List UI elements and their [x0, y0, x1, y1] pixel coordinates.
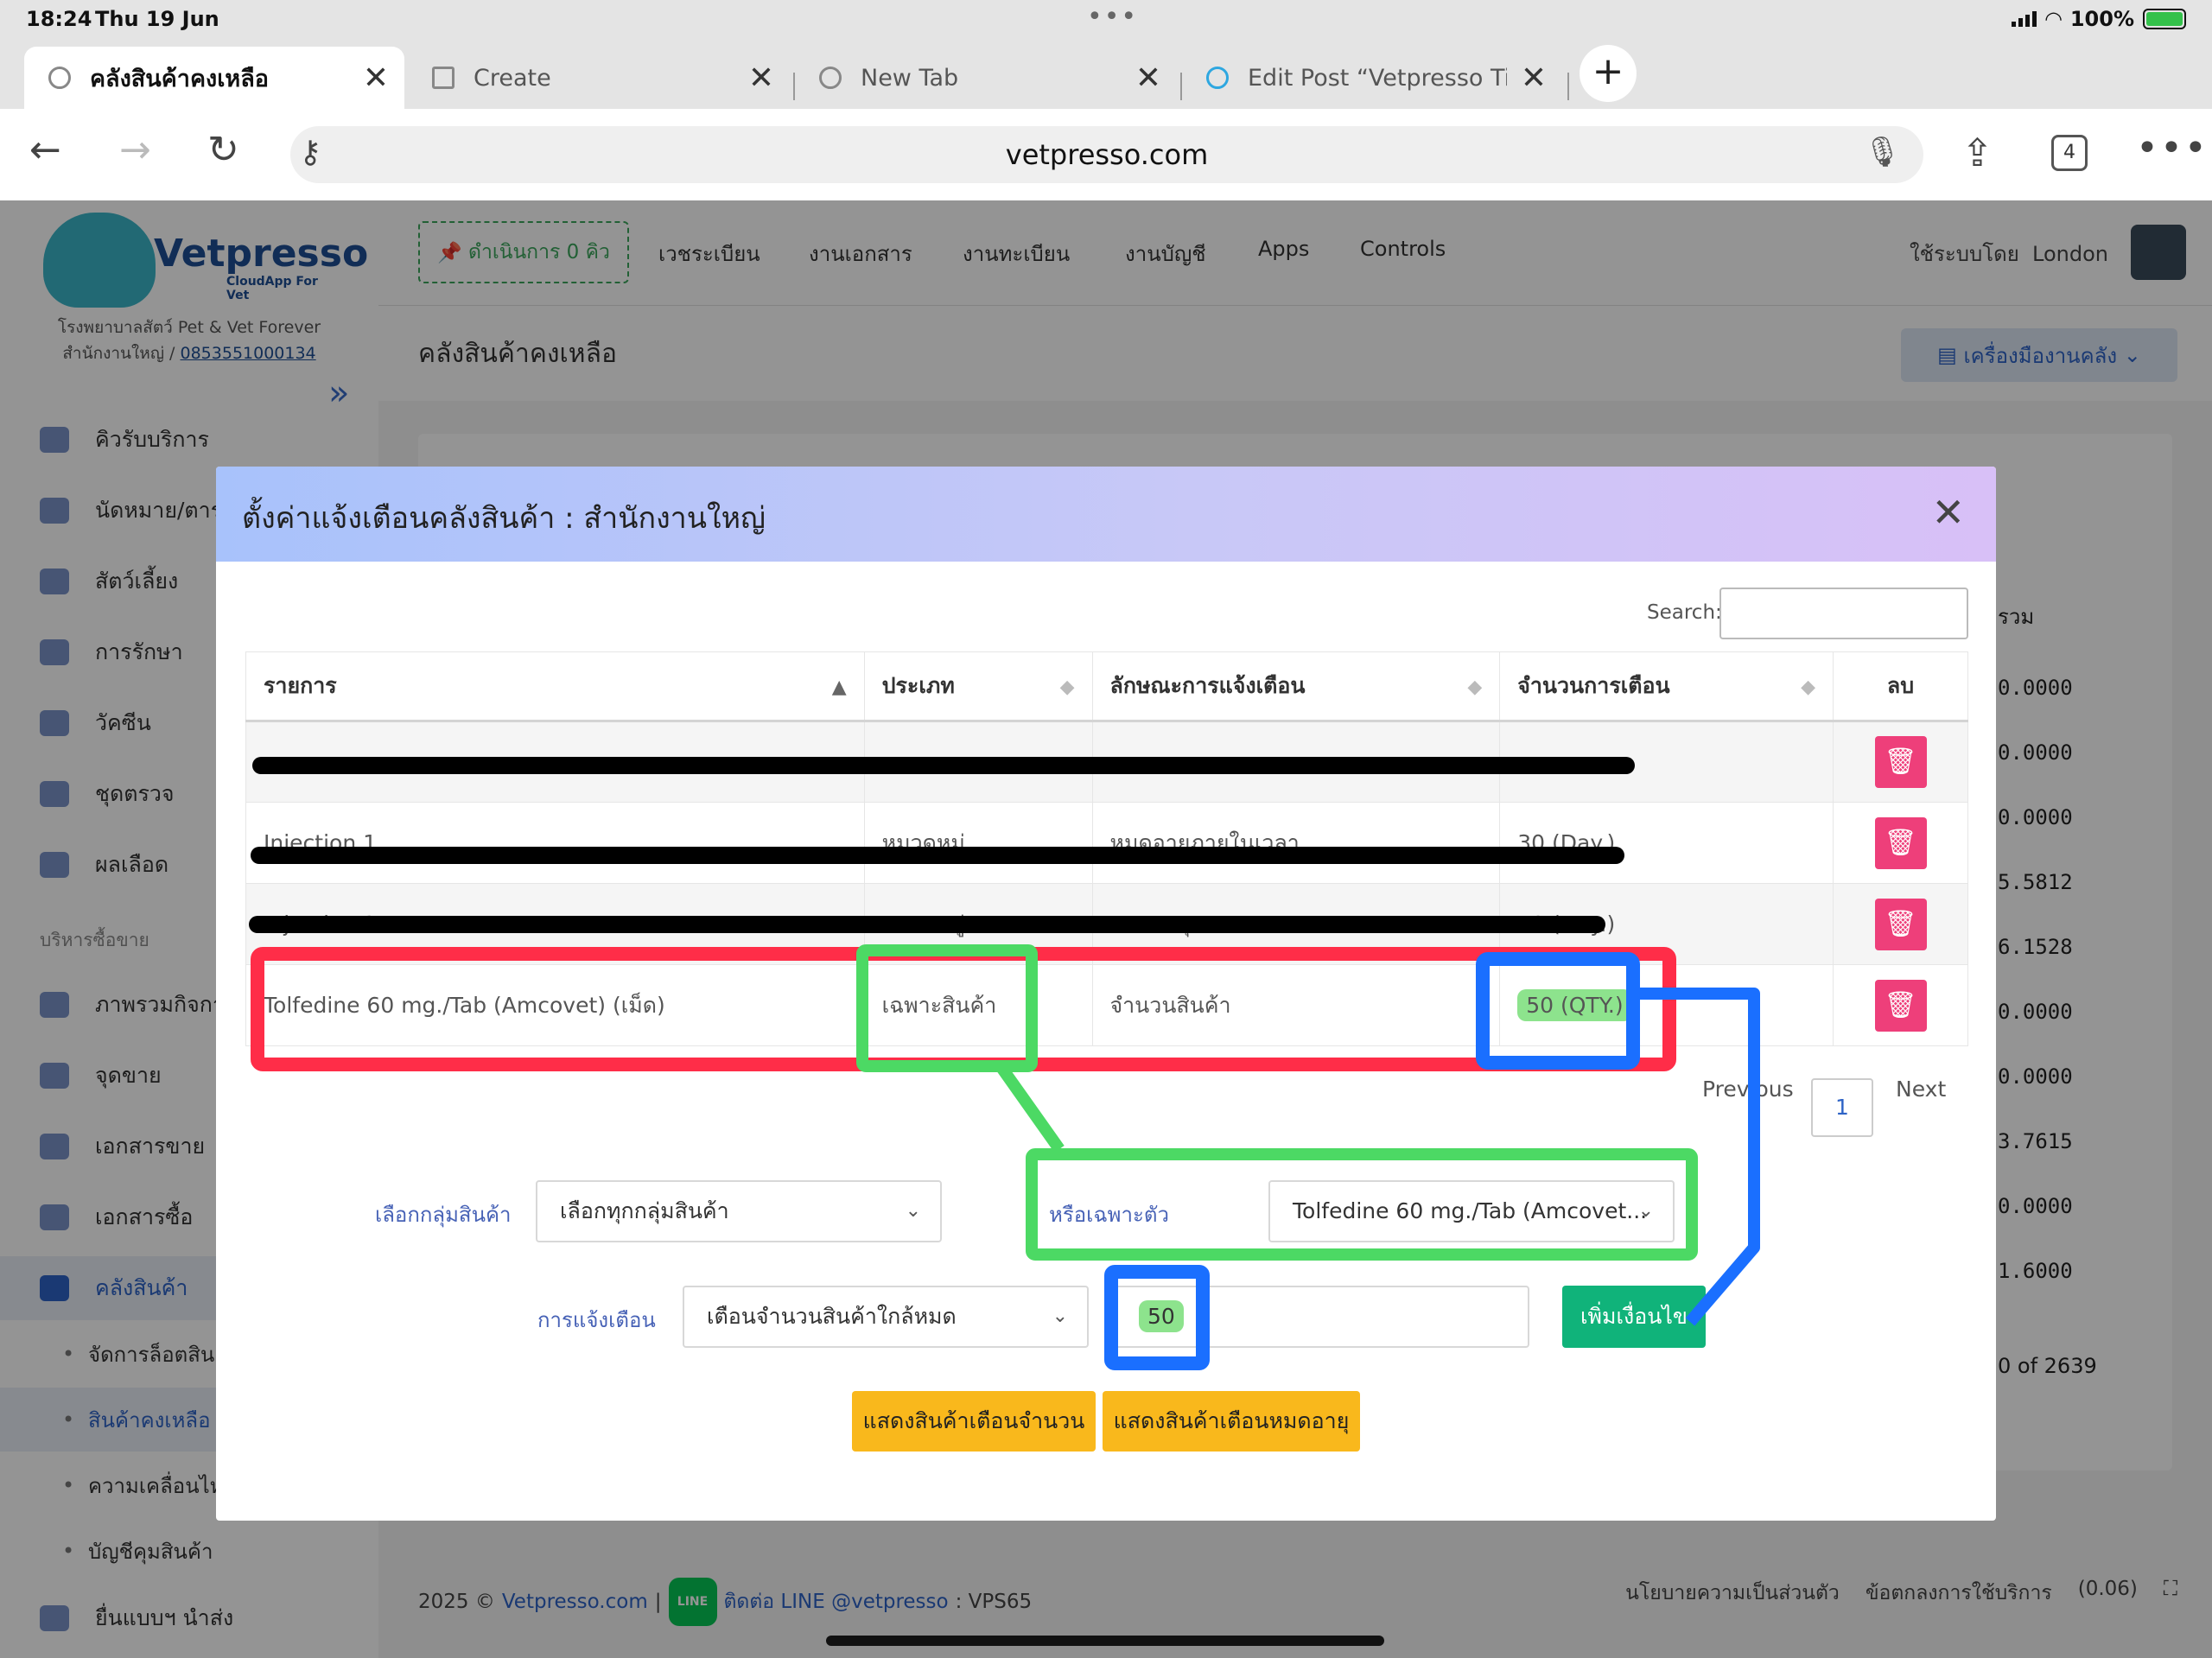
close-icon[interactable]: ✕ [1931, 489, 1965, 536]
status-bar: 18:24 Thu 19 Jun ••• ◠ 100% [0, 0, 2212, 40]
back-icon[interactable]: ← [29, 128, 61, 172]
document-icon [432, 67, 454, 89]
modal-header: ตั้งค่าแจ้งเตือนคลังสินค้า : สำนักงานใหญ… [216, 467, 1996, 562]
sort-icon: ◆ [1801, 677, 1816, 698]
alert-settings-modal: ตั้งค่าแจ้งเตือนคลังสินค้า : สำนักงานใหญ… [216, 467, 1996, 1521]
microphone-icon[interactable]: 🎙 [1864, 135, 1901, 169]
date: Thu 19 Jun [95, 7, 219, 31]
tab-inventory[interactable]: คลังสินค้าคงเหลือ ✕ [24, 47, 404, 109]
col-type[interactable]: ประเภท ◆ [863, 651, 1093, 722]
next-button[interactable]: Next [1896, 1077, 1946, 1102]
multitask-dots-icon[interactable]: ••• [1087, 2, 1138, 32]
col-mode[interactable]: ลักษณะการแจ้งเตือน ◆ [1091, 651, 1501, 722]
address-bar[interactable]: ⚷ vetpresso.com 🎙 [290, 126, 1923, 183]
chevron-down-icon: ⌄ [1052, 1305, 1068, 1327]
modal-title: ตั้งค่าแจ้งเตือนคลังสินค้า : สำนักงานใหญ… [242, 501, 766, 536]
tab-bar: คลังสินค้าคงเหลือ ✕ Create ✕ New Tab ✕ E… [0, 40, 2212, 109]
show-qty-alerts-button[interactable]: แสดงสินค้าเตือนจำนวน [852, 1391, 1096, 1452]
tab-new[interactable]: New Tab ✕ [795, 47, 1177, 109]
or-label: หรือเฉพาะตัว [1049, 1203, 1169, 1227]
browser-toolbar: ← → ↻ ⚷ vetpresso.com 🎙 ⇪ 4 ••• [0, 109, 2212, 200]
share-icon[interactable]: ⇪ [1961, 131, 1993, 175]
battery-icon [2143, 9, 2186, 29]
clock: 18:24 [26, 7, 92, 31]
product-select[interactable]: Tolfedine 60 mg./Tab (Amcovet... ⌄ [1268, 1180, 1675, 1242]
cellular-icon [2012, 11, 2037, 27]
previous-button[interactable]: Previous [1702, 1077, 1794, 1102]
col-qty[interactable]: จำนวนการเตือน ◆ [1499, 651, 1834, 722]
table-row: Injection 1 หมวดหมู่ หมดอายุภายในเวลา 30 (D… [245, 802, 1968, 884]
delete-button[interactable]: 🗑 [1874, 736, 1927, 788]
qty-input[interactable]: 50 [1115, 1286, 1529, 1348]
redaction-mark [251, 847, 1624, 864]
chevron-down-icon: ⌄ [905, 1200, 921, 1222]
sort-icon: ◆ [1467, 677, 1483, 698]
sort-asc-icon: ▲ [831, 677, 847, 698]
forward-icon[interactable]: → [119, 128, 151, 172]
wordpress-icon [1206, 67, 1229, 89]
new-tab-button[interactable]: + [1580, 45, 1637, 102]
globe-icon [48, 67, 71, 89]
tab-count-button[interactable]: 4 [2051, 135, 2088, 171]
globe-icon [819, 67, 842, 89]
col-item[interactable]: รายการ ▲ [245, 651, 865, 722]
wifi-icon: ◠ [2045, 7, 2062, 31]
alert-type-select[interactable]: เตือนจำนวนสินค้าใกล้หมด ⌄ [683, 1286, 1089, 1348]
sort-icon: ◆ [1059, 677, 1075, 698]
group-label: เลือกกลุ่มสินค้า [375, 1203, 512, 1227]
home-indicator[interactable] [826, 1636, 1384, 1646]
close-tab-icon[interactable]: ✕ [363, 60, 389, 96]
reload-icon[interactable]: ↻ [207, 128, 239, 172]
search-input[interactable] [1719, 588, 1968, 639]
show-expiry-alerts-button[interactable]: แสดงสินค้าเตือนหมดอายุ [1103, 1391, 1360, 1452]
group-select[interactable]: เลือกทุกกลุ่มสินค้า ⌄ [536, 1180, 942, 1242]
delete-button[interactable]: 🗑 [1874, 816, 1927, 869]
table-row: Tolfedine 60 mg./Tab (Amcovet) (เม็ด) เฉ… [245, 964, 1968, 1046]
page-1-button[interactable]: 1 [1811, 1078, 1873, 1137]
redaction-mark [249, 916, 1605, 933]
url-text: vetpresso.com [1005, 138, 1209, 171]
battery-percent: 100% [2069, 7, 2134, 31]
add-condition-button[interactable]: เพิ่มเงื่อนไข [1562, 1286, 1706, 1348]
close-tab-icon[interactable]: ✕ [1521, 60, 1547, 96]
tab-create[interactable]: Create ✕ [408, 47, 790, 109]
more-icon[interactable]: ••• [2136, 126, 2209, 170]
delete-button[interactable]: 🗑 [1874, 898, 1927, 950]
redaction-mark [252, 757, 1635, 774]
search-label: Search: [1647, 601, 1722, 624]
chevron-down-icon: ⌄ [1637, 1200, 1654, 1222]
close-tab-icon[interactable]: ✕ [1135, 60, 1161, 96]
delete-button[interactable]: 🗑 [1874, 979, 1927, 1032]
close-tab-icon[interactable]: ✕ [748, 60, 774, 96]
col-delete: ลบ [1833, 651, 1968, 722]
tab-edit-post[interactable]: Edit Post “Vetpresso Tip ✕ [1182, 47, 1562, 109]
alert-label: การแจ้งเตือน [537, 1308, 656, 1332]
